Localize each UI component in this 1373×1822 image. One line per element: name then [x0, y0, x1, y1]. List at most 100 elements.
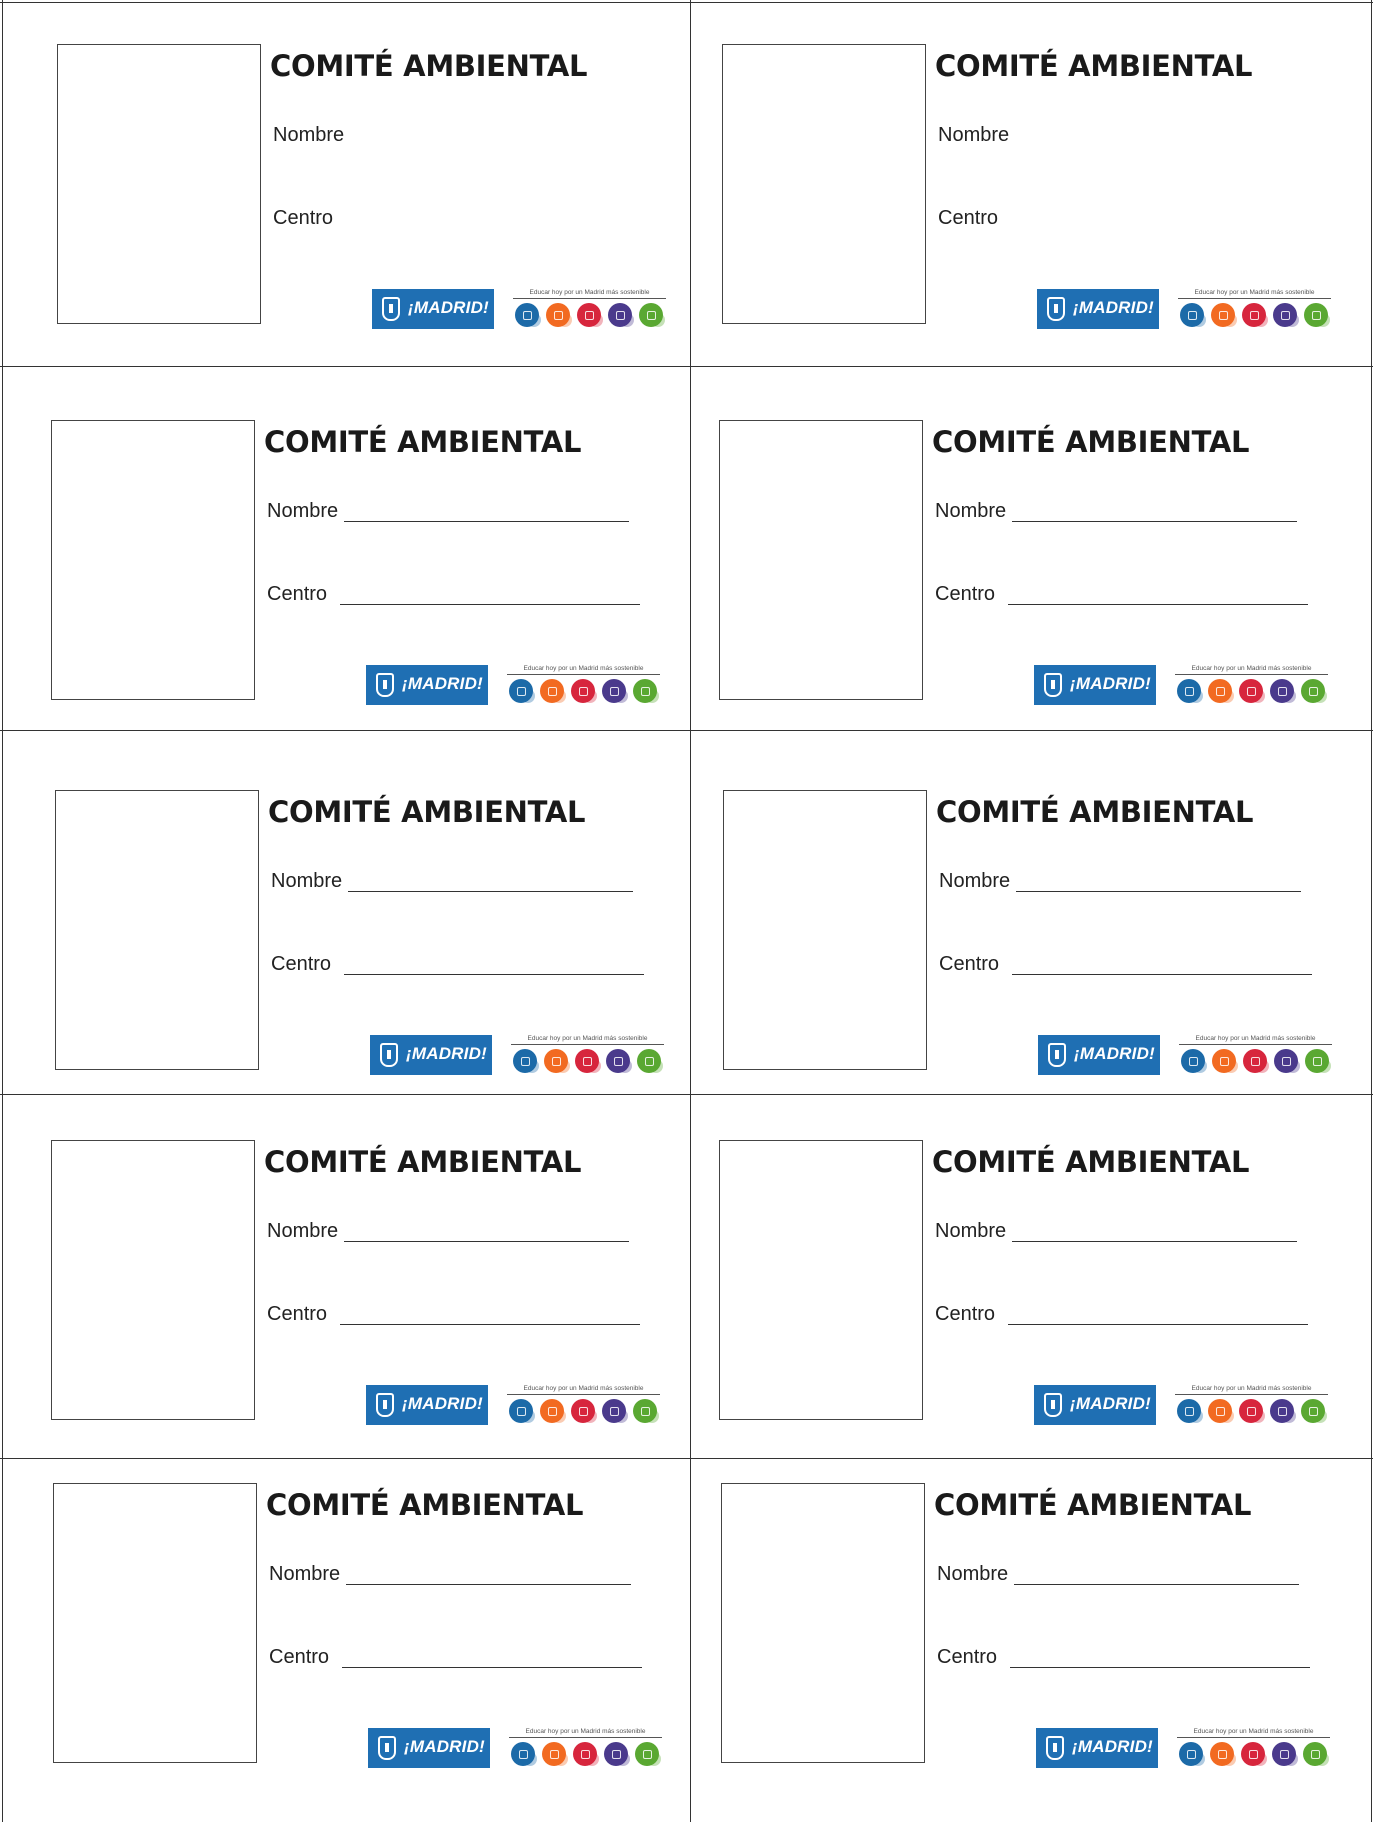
- icon-shadow: [1224, 1059, 1238, 1073]
- badge-title: COMITÉ AMBIENTAL: [934, 1488, 1252, 1522]
- badge-title: COMITÉ AMBIENTAL: [268, 795, 586, 829]
- icon-shadow: [1254, 313, 1268, 327]
- tagline-underline: [507, 1394, 660, 1395]
- waste-icon: [577, 303, 603, 327]
- center-line: [340, 604, 640, 605]
- center-label: Centro: [939, 953, 1000, 975]
- madrid-crest-icon: [1048, 1043, 1066, 1067]
- madrid-logo: ¡MADRID!: [372, 289, 494, 329]
- sustainability-tagline: Educar hoy por un Madrid más sostenible: [1193, 1728, 1314, 1735]
- badge-card: COMITÉ AMBIENTAL Nombre Centro ¡MADRID! Educ…: [2, 1094, 692, 1458]
- name-label: Nombre: [267, 500, 339, 522]
- sustainability-tagline: Educar hoy por un Madrid más sostenible: [525, 1728, 646, 1735]
- sustainability-tagline: Educar hoy por un Madrid más sostenible: [523, 665, 644, 672]
- water-icon: [1179, 1742, 1205, 1766]
- center-line: [344, 974, 644, 975]
- center-line: [340, 1324, 640, 1325]
- center-line: [1008, 1324, 1308, 1325]
- madrid-crest-icon: [1046, 1736, 1064, 1760]
- center-line: [342, 1667, 642, 1668]
- tagline-underline: [1175, 674, 1328, 675]
- nature-icon: [639, 303, 665, 327]
- photo-placeholder: [51, 1140, 255, 1420]
- icon-shadow: [1282, 1409, 1296, 1423]
- name-line: [346, 1584, 631, 1585]
- photo-placeholder: [721, 1483, 925, 1763]
- icon-shadow: [1189, 1409, 1203, 1423]
- waste-icon: [571, 1399, 597, 1423]
- center-label: Centro: [938, 207, 999, 229]
- center-line: [1008, 604, 1308, 605]
- sustainability-tagline: Educar hoy por un Madrid más sostenible: [1191, 665, 1312, 672]
- name-label: Nombre: [273, 124, 345, 146]
- icon-shadow: [552, 1409, 566, 1423]
- sustainability-banner: Educar hoy por un Madrid más sostenible: [1177, 1728, 1330, 1768]
- center-label: Centro: [267, 1303, 328, 1325]
- nature-icon: [637, 1049, 663, 1073]
- nature-icon: [1301, 1399, 1327, 1423]
- photo-placeholder: [719, 1140, 923, 1420]
- waste-icon: [1239, 679, 1265, 703]
- icon-shadow: [1220, 689, 1234, 703]
- waste-icon: [573, 1742, 599, 1766]
- badge-card: COMITÉ AMBIENTAL Nombre Centro ¡MADRID! Educ…: [690, 2, 1373, 366]
- madrid-crest-icon: [1044, 1393, 1062, 1417]
- photo-placeholder: [55, 790, 259, 1070]
- photo-placeholder: [719, 420, 923, 700]
- icon-shadow: [1317, 1059, 1331, 1073]
- mobility-icon: [1270, 679, 1296, 703]
- tagline-underline: [1179, 1044, 1332, 1045]
- waste-icon: [575, 1049, 601, 1073]
- badge-title: COMITÉ AMBIENTAL: [935, 49, 1253, 83]
- badge-card: COMITÉ AMBIENTAL Nombre Centro ¡MADRID! Educ…: [690, 730, 1373, 1094]
- madrid-crest-icon: [382, 297, 400, 321]
- icon-shadow: [647, 1752, 661, 1766]
- photo-placeholder: [57, 44, 261, 324]
- badge-title: COMITÉ AMBIENTAL: [932, 1145, 1250, 1179]
- sustainability-tagline: Educar hoy por un Madrid más sostenible: [529, 289, 650, 296]
- energy-icon: [540, 1399, 566, 1423]
- madrid-logo: ¡MADRID!: [368, 1728, 490, 1768]
- name-label: Nombre: [271, 870, 343, 892]
- madrid-crest-icon: [1044, 673, 1062, 697]
- madrid-crest-icon: [1047, 297, 1065, 321]
- icon-shadow: [1313, 689, 1327, 703]
- badge-title: COMITÉ AMBIENTAL: [932, 425, 1250, 459]
- name-label: Nombre: [269, 1563, 341, 1585]
- madrid-logo: ¡MADRID!: [1038, 1035, 1160, 1075]
- madrid-logo-text: ¡MADRID!: [402, 674, 483, 693]
- water-icon: [1177, 679, 1203, 703]
- mobility-icon: [606, 1049, 632, 1073]
- center-label: Centro: [267, 583, 328, 605]
- water-icon: [1177, 1399, 1203, 1423]
- madrid-logo: ¡MADRID!: [1034, 1385, 1156, 1425]
- madrid-logo: ¡MADRID!: [366, 1385, 488, 1425]
- name-label: Nombre: [939, 870, 1011, 892]
- photo-placeholder: [53, 1483, 257, 1763]
- sustainability-tagline: Educar hoy por un Madrid más sostenible: [1191, 1385, 1312, 1392]
- energy-icon: [546, 303, 572, 327]
- madrid-logo-text: ¡MADRID!: [1070, 674, 1151, 693]
- mobility-icon: [1274, 1049, 1300, 1073]
- madrid-logo-text: ¡MADRID!: [1070, 1394, 1151, 1413]
- madrid-logo: ¡MADRID!: [1034, 665, 1156, 705]
- madrid-logo-text: ¡MADRID!: [406, 1044, 487, 1063]
- icon-shadow: [1251, 689, 1265, 703]
- badge-card: COMITÉ AMBIENTAL Nombre Centro ¡MADRID! Educ…: [690, 1094, 1373, 1458]
- icon-shadow: [1253, 1752, 1267, 1766]
- icon-shadow: [645, 689, 659, 703]
- mobility-icon: [608, 303, 634, 327]
- madrid-logo: ¡MADRID!: [1037, 289, 1159, 329]
- name-label: Nombre: [935, 500, 1007, 522]
- center-label: Centro: [271, 953, 332, 975]
- icon-shadow: [1220, 1409, 1234, 1423]
- icon-shadow: [525, 1059, 539, 1073]
- mobility-icon: [604, 1742, 630, 1766]
- photo-placeholder: [51, 420, 255, 700]
- icon-shadow: [1313, 1409, 1327, 1423]
- tagline-underline: [1178, 298, 1331, 299]
- center-label: Centro: [935, 583, 996, 605]
- madrid-crest-icon: [378, 1736, 396, 1760]
- icon-shadow: [1316, 313, 1330, 327]
- waste-icon: [1239, 1399, 1265, 1423]
